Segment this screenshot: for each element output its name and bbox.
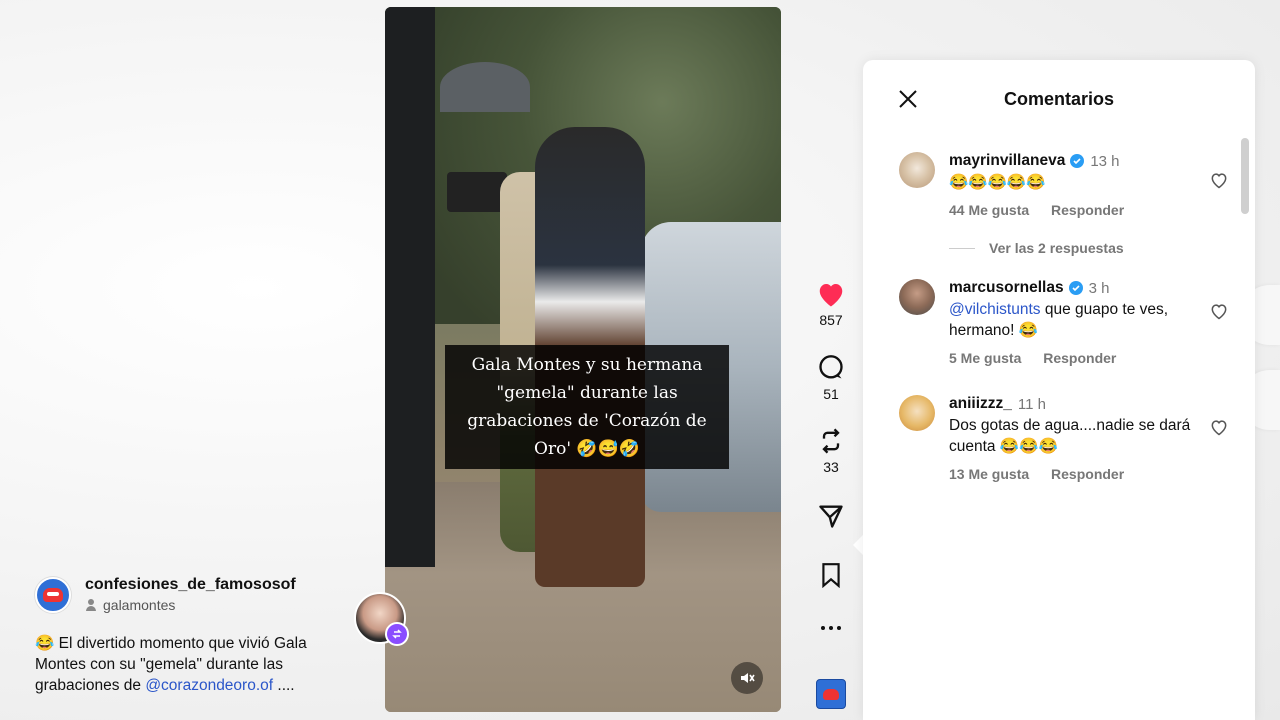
caption-mention-link[interactable]: @corazondeoro.of [145,677,273,694]
comment-text: @vilchistunts que guapo te ves, hermano!… [949,299,1209,341]
comment-item: aniiizzz_ 11 h Dos gotas de agua....nadi… [899,395,1227,482]
caption-text: 😂 El divertido momento que vivió Gala Mo… [35,633,355,696]
share-action[interactable] [807,502,855,530]
commenter-avatar[interactable] [899,279,935,315]
panel-pointer [853,535,863,555]
account-row[interactable]: confesiones_de_famososof galamontes [35,576,355,613]
video-camera [447,172,507,212]
comment-bubble-icon[interactable] [817,354,845,382]
video-umbrella [440,62,530,112]
commenter-avatar[interactable] [899,152,935,188]
video-post [385,7,435,567]
post-caption: confesiones_de_famososof galamontes 😂 El… [35,576,355,696]
heart-icon[interactable] [816,280,846,308]
verified-badge-icon [1068,281,1083,295]
audio-source-logo[interactable] [816,679,846,709]
caption-more[interactable]: .... [273,677,294,694]
commenter-avatar[interactable] [899,395,935,431]
heart-outline-icon[interactable] [1209,301,1229,321]
comment-item: mayrinvillaneva 13 h 😂😂😂😂😂 44 Me gusta R… [899,152,1227,218]
video-player[interactable]: Gala Montes y su hermana "gemela" durant… [385,7,781,712]
like-action[interactable]: 857 [807,280,855,328]
verified-badge-icon [1070,154,1085,168]
comment-item: marcusornellas 3 h @vilchistunts que gua… [899,279,1227,366]
repost-badge-icon [385,622,409,646]
more-options-button[interactable] [807,625,855,631]
comment-like-count: 13 Me gusta [949,466,1030,482]
account-name[interactable]: confesiones_de_famososof [85,576,296,594]
tagged-user[interactable]: galamontes [103,597,175,613]
comment-text: Dos gotas de agua....nadie se dará cuent… [949,417,1191,455]
view-replies-button[interactable]: Ver las 2 respuestas [949,240,1124,256]
person-icon [85,599,97,611]
commenter-username[interactable]: mayrinvillaneva [949,152,1065,170]
comment-like-count: 5 Me gusta [949,350,1022,366]
reply-button[interactable]: Responder [1051,202,1124,218]
account-avatar[interactable] [35,576,71,613]
heart-outline-icon[interactable] [1209,417,1229,437]
repost-count: 33 [823,459,839,475]
comment-count: 51 [823,386,839,402]
heart-outline-icon[interactable] [1209,170,1229,190]
video-overlay-text: Gala Montes y su hermana "gemela" durant… [445,345,729,469]
comment-action[interactable]: 51 [807,354,855,402]
comment-mention-link[interactable]: @vilchistunts [949,301,1041,318]
comment-like-count: 44 Me gusta [949,202,1030,218]
send-icon[interactable] [817,502,845,530]
comment-time: 11 h [1017,395,1046,413]
repost-icon[interactable] [817,427,845,455]
save-action[interactable] [807,562,855,588]
comments-scrollbar[interactable] [1241,138,1249,214]
comment-time: 13 h [1090,152,1120,170]
comment-text: 😂😂😂😂😂 [949,174,1046,191]
bookmark-icon[interactable] [819,562,843,588]
like-count: 857 [819,312,843,328]
reply-button[interactable]: Responder [1043,350,1116,366]
commenter-username[interactable]: marcusornellas [949,279,1064,297]
repost-action[interactable]: 33 [807,427,855,475]
comment-time: 3 h [1088,279,1110,297]
commenter-username[interactable]: aniiizzz_ [949,395,1012,413]
comments-title: Comentarios [1003,89,1115,109]
comments-panel: Comentarios mayrinvillaneva 13 h 😂😂😂😂😂 4… [863,60,1255,720]
volume-muted-icon[interactable] [731,662,763,694]
more-dots-icon[interactable] [820,625,842,631]
reply-button[interactable]: Responder [1051,466,1124,482]
